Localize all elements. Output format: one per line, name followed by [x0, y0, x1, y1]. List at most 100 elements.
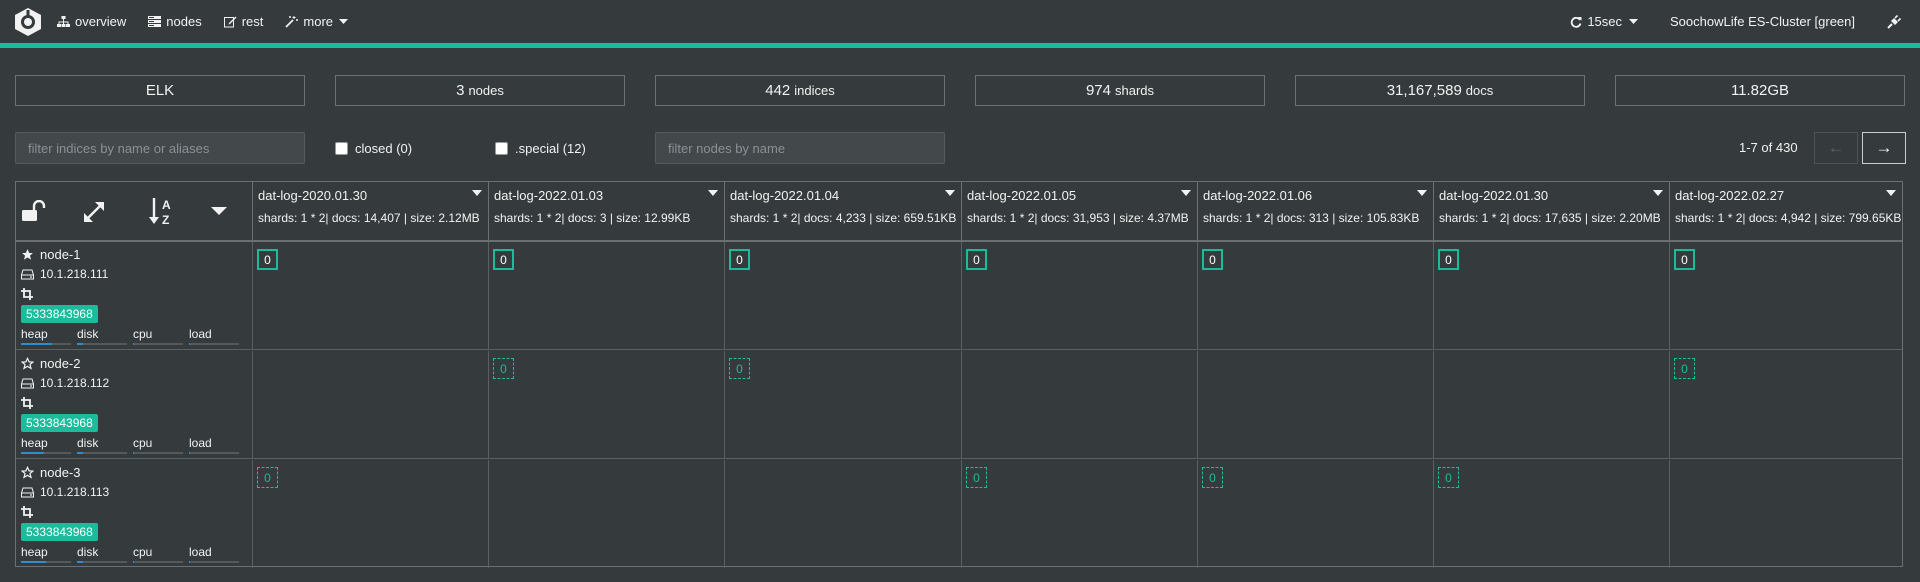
primary-shard[interactable]: 0	[729, 249, 750, 270]
metric-fill	[77, 452, 83, 454]
primary-shard[interactable]: 0	[966, 249, 987, 270]
index-name: dat-log-2022.01.05	[967, 188, 1077, 203]
stat-unit: docs	[1465, 83, 1494, 98]
node-name-line: node-2	[21, 353, 252, 373]
nav-more-dropdown[interactable]: more	[285, 14, 349, 29]
metric-cpu: cpu	[133, 545, 183, 563]
cluster-stats: ELK 3 nodes 442 indices 974 shards 31,167,5…	[15, 75, 1905, 106]
shard-cell: 0	[961, 242, 1197, 350]
metric-fill	[21, 343, 52, 345]
unlock-icon[interactable]	[21, 200, 47, 222]
caret-down-icon[interactable]	[945, 190, 955, 196]
index-header[interactable]: dat-log-2020.01.30 shards: 1 * 2| docs: 1…	[252, 182, 488, 240]
metric-bar	[77, 561, 127, 563]
checkbox-box[interactable]	[335, 142, 348, 155]
index-header[interactable]: dat-log-2022.01.03 shards: 1 * 2| docs: 3…	[488, 182, 724, 240]
index-header[interactable]: dat-log-2022.02.27 shards: 1 * 2| docs: 4…	[1669, 182, 1902, 240]
stat-unit: indices	[794, 83, 835, 98]
node-role-line	[21, 284, 252, 304]
metric-heap: heap	[21, 436, 71, 454]
nav-rest[interactable]: rest	[223, 14, 263, 29]
next-page-button[interactable]: →	[1862, 132, 1906, 164]
node-role-line	[21, 502, 252, 522]
metric-disk: disk	[77, 545, 127, 563]
svg-text:Z: Z	[162, 213, 169, 226]
closed-indices-checkbox[interactable]: closed (0)	[335, 141, 412, 156]
metric-bar	[21, 452, 71, 454]
cluster-name[interactable]: SoochowLife ES-Cluster [green]	[1670, 14, 1855, 29]
nav-nodes[interactable]: nodes	[148, 14, 202, 29]
shard-cell	[1433, 351, 1669, 459]
metric-label: heap	[21, 327, 48, 341]
replica-shard[interactable]: 0	[493, 358, 514, 379]
nav-overview-label: overview	[75, 14, 127, 29]
plug-icon	[1887, 14, 1901, 29]
index-header[interactable]: dat-log-2022.01.06 shards: 1 * 2| docs: 3…	[1197, 182, 1433, 240]
index-header[interactable]: dat-log-2022.01.05 shards: 1 * 2| docs: 3…	[961, 182, 1197, 240]
shard-cell: 0	[1197, 460, 1433, 568]
primary-shard[interactable]: 0	[1674, 249, 1695, 270]
index-name: dat-log-2022.01.06	[1203, 188, 1313, 203]
overview-shard-grid: AZ dat-log-2020.01.30 shards: 1 * 2| docs…	[15, 181, 1903, 568]
shard-cell: 0	[488, 242, 724, 350]
checkbox-box[interactable]	[495, 142, 508, 155]
metric-bar	[133, 452, 183, 454]
replica-shard[interactable]: 0	[1674, 358, 1695, 379]
caret-down-icon[interactable]	[1181, 190, 1191, 196]
node-row: node-2 10.1.218.112 5333843968 heap disk…	[16, 351, 1902, 459]
metric-label: disk	[77, 436, 99, 450]
shard-cell: 0	[252, 460, 488, 568]
nav-nodes-label: nodes	[166, 14, 202, 29]
prev-page-button[interactable]: ←	[1814, 132, 1858, 164]
node-info[interactable]: node-1 10.1.218.111 5333843968 heap disk…	[16, 242, 252, 350]
replica-shard[interactable]: 0	[257, 467, 278, 488]
node-row: node-3 10.1.218.113 5333843968 heap disk…	[16, 460, 1902, 568]
stat-value: 31,167,589	[1386, 82, 1462, 99]
shard-cell: 0	[961, 460, 1197, 568]
metric-label: disk	[77, 327, 99, 341]
caret-down-icon[interactable]	[1886, 190, 1896, 196]
metric-label: cpu	[133, 436, 153, 450]
node-name-line: node-1	[21, 244, 252, 264]
stat-indices: 442 indices	[655, 75, 945, 106]
node-info[interactable]: node-2 10.1.218.112 5333843968 heap disk…	[16, 351, 252, 459]
metric-label: load	[189, 545, 212, 559]
shard-cell	[488, 460, 724, 568]
replica-shard[interactable]: 0	[966, 467, 987, 488]
stat-value: 442	[765, 82, 791, 99]
index-header[interactable]: dat-log-2022.01.30 shards: 1 * 2| docs: 1…	[1433, 182, 1669, 240]
shard-cell: 0	[1669, 351, 1902, 459]
cerebro-logo-icon[interactable]	[13, 7, 43, 37]
stat-value: ELK	[145, 82, 175, 99]
shard-cell: 0	[1433, 460, 1669, 568]
caret-down-icon[interactable]	[708, 190, 718, 196]
sort-alpha-icon[interactable]: AZ	[148, 196, 174, 226]
caret-down-icon[interactable]	[1653, 190, 1663, 196]
index-meta: shards: 1 * 2| docs: 4,942 | size: 799.6…	[1675, 211, 1902, 225]
nav-overview[interactable]: overview	[57, 14, 126, 29]
primary-shard[interactable]: 0	[257, 249, 278, 270]
stat-size: 11.82GB	[1615, 75, 1905, 106]
replica-shard[interactable]: 0	[729, 358, 750, 379]
replica-shard[interactable]: 0	[1438, 467, 1459, 488]
caret-down-icon[interactable]	[1417, 190, 1427, 196]
node-badge: 5333843968	[21, 523, 98, 541]
primary-shard[interactable]: 0	[1438, 249, 1459, 270]
caret-down-icon[interactable]	[472, 190, 482, 196]
node-ip: 10.1.218.112	[40, 376, 110, 390]
stat-docs: 31,167,589 docs	[1295, 75, 1585, 106]
primary-shard[interactable]: 0	[493, 249, 514, 270]
caret-down-icon[interactable]	[211, 207, 227, 216]
replica-shard[interactable]: 0	[1202, 467, 1223, 488]
disconnect-button[interactable]	[1887, 14, 1906, 29]
node-ip: 10.1.218.111	[40, 267, 109, 281]
expand-icon[interactable]	[82, 200, 106, 224]
index-header[interactable]: dat-log-2022.01.04 shards: 1 * 2| docs: 4…	[724, 182, 961, 240]
filter-nodes-input[interactable]: filter nodes by name	[655, 132, 945, 164]
refresh-interval-dropdown[interactable]: 15sec	[1570, 14, 1639, 29]
filter-indices-input[interactable]: filter indices by name or aliases	[15, 132, 305, 164]
node-ip-line: 10.1.218.112	[21, 373, 252, 393]
primary-shard[interactable]: 0	[1202, 249, 1223, 270]
node-info[interactable]: node-3 10.1.218.113 5333843968 heap disk…	[16, 460, 252, 568]
special-indices-checkbox[interactable]: .special (12)	[495, 141, 586, 156]
